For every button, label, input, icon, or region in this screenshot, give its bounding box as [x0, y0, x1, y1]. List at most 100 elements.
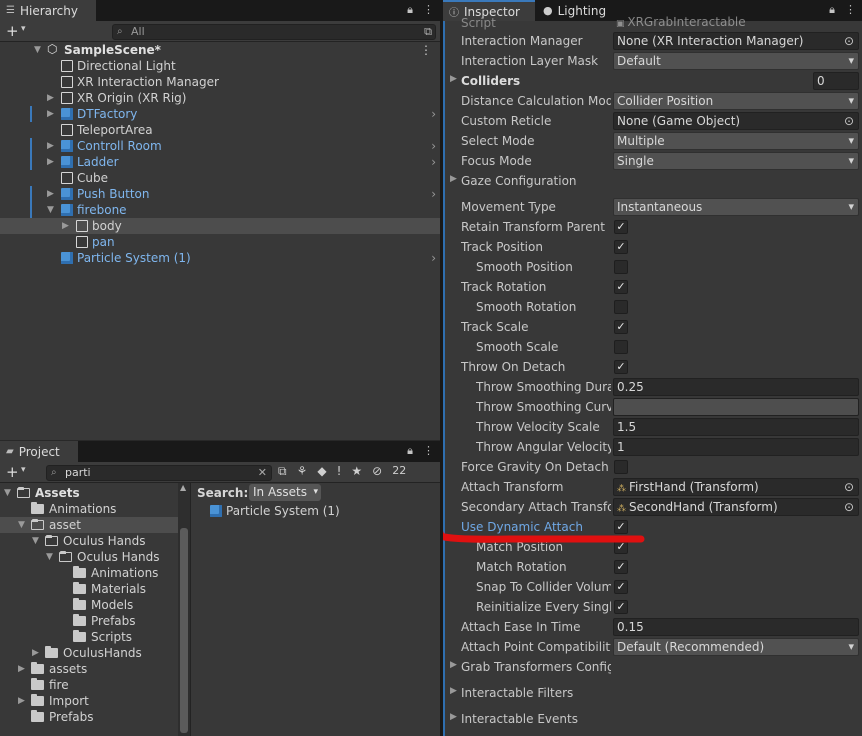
fold-arrow-icon[interactable]: ▶	[62, 218, 72, 234]
foldout-arrow-icon[interactable]: ▶	[450, 174, 457, 184]
hierarchy-item[interactable]: ▶ body	[0, 218, 440, 234]
project-tree-scrollbar[interactable]: ▲	[178, 483, 190, 736]
checkbox[interactable]	[614, 260, 628, 274]
more-icon[interactable]: ⋮	[423, 3, 434, 17]
hierarchy-item[interactable]: ▶ Push Button ›	[0, 186, 440, 202]
fold-arrow-icon[interactable]: ▶	[47, 138, 57, 154]
project-folder-item[interactable]: Animations	[0, 501, 178, 517]
search-scope-dropdown[interactable]: In Assets ▾	[249, 484, 322, 501]
number-field[interactable]: 1	[613, 438, 859, 456]
project-folder-item[interactable]: ▼ Oculus Hands	[0, 549, 178, 565]
search-settings-icon[interactable]: ⧉	[424, 25, 432, 39]
checkbox[interactable]: ✓	[614, 240, 628, 254]
hierarchy-item[interactable]: ▶ XR Origin (XR Rig)	[0, 90, 440, 106]
checkbox[interactable]: ✓	[614, 600, 628, 614]
scene-fold-arrow[interactable]: ▼	[34, 42, 44, 58]
project-folder-item[interactable]: Models	[0, 597, 178, 613]
checkbox[interactable]: ✓	[614, 220, 628, 234]
project-folder-item[interactable]: Prefabs	[0, 709, 178, 725]
project-folder-item[interactable]: ▶ assets	[0, 661, 178, 677]
search-by-type-icon[interactable]: ⧉	[278, 464, 287, 479]
foldout-arrow-icon[interactable]: ▶	[450, 74, 457, 84]
hierarchy-item[interactable]: Particle System (1) ›	[0, 250, 440, 266]
chevron-down-icon[interactable]: ▾	[21, 465, 26, 475]
tab-project[interactable]: ▰ Project	[0, 441, 78, 462]
checkbox[interactable]: ✓	[614, 580, 628, 594]
object-field[interactable]: None (XR Interaction Manager)	[613, 32, 859, 50]
project-search-input[interactable]: ⌕ parti ✕	[46, 465, 272, 481]
fold-arrow-icon[interactable]: ▼	[18, 517, 28, 533]
foldout-arrow-icon[interactable]: ▶	[450, 660, 457, 670]
favorite-star-icon[interactable]: ★	[351, 464, 362, 479]
dropdown-field[interactable]: Single	[613, 152, 859, 170]
fold-arrow-icon[interactable]: ▶	[47, 106, 57, 122]
scroll-up-icon[interactable]: ▲	[180, 483, 186, 492]
hierarchy-item[interactable]: ▶ Ladder ›	[0, 154, 440, 170]
chevron-right-icon[interactable]: ›	[431, 186, 436, 202]
fold-arrow-icon[interactable]: ▶	[47, 90, 57, 106]
number-field[interactable]: 1.5	[613, 418, 859, 436]
foldout-arrow-icon[interactable]: ▶	[450, 686, 457, 696]
hierarchy-item[interactable]: Directional Light	[0, 58, 440, 74]
checkbox[interactable]: ✓	[614, 320, 628, 334]
hierarchy-item[interactable]: Cube	[0, 170, 440, 186]
hidden-packages-icon[interactable]: ⊘	[372, 464, 382, 479]
project-folder-item[interactable]: ▶ OculusHands	[0, 645, 178, 661]
checkbox[interactable]: ✓	[614, 360, 628, 374]
number-field[interactable]: 0.15	[613, 618, 859, 636]
checkbox[interactable]	[614, 460, 628, 474]
hierarchy-item[interactable]: TeleportArea	[0, 122, 440, 138]
fold-arrow-icon[interactable]: ▼	[46, 549, 56, 565]
fold-arrow-icon[interactable]: ▶	[47, 154, 57, 170]
hierarchy-item[interactable]: ▼ firebone	[0, 202, 440, 218]
hierarchy-item[interactable]: pan	[0, 234, 440, 250]
object-field[interactable]: None (Game Object)	[613, 112, 859, 130]
object-field[interactable]: ⁂ FirstHand (Transform)	[613, 478, 859, 496]
project-tree-scroll-thumb[interactable]	[180, 528, 188, 733]
dropdown-field[interactable]: Multiple	[613, 132, 859, 150]
hierarchy-item[interactable]: ▶ Controll Room ›	[0, 138, 440, 154]
fold-arrow-icon[interactable]: ▶	[18, 661, 28, 677]
fold-arrow-icon[interactable]: ▶	[32, 645, 42, 661]
number-field[interactable]: 0.25	[613, 378, 859, 396]
array-size-field[interactable]: 0	[813, 72, 859, 90]
hierarchy-search-input[interactable]: ⌕ All ⧉	[112, 24, 436, 40]
chevron-right-icon[interactable]: ›	[431, 154, 436, 170]
warning-filter-icon[interactable]: !	[337, 464, 342, 479]
checkbox[interactable]	[614, 300, 628, 314]
checkbox[interactable]: ✓	[614, 280, 628, 294]
lock-icon[interactable]: 🔒︎	[407, 3, 413, 17]
chevron-down-icon[interactable]: ▾	[21, 24, 26, 34]
tab-hierarchy[interactable]: ☰ Hierarchy	[0, 0, 96, 21]
project-folder-item[interactable]: fire	[0, 677, 178, 693]
chevron-right-icon[interactable]: ›	[431, 138, 436, 154]
add-icon[interactable]: +	[6, 22, 19, 40]
filter-by-label-icon[interactable]: ◆	[317, 464, 326, 479]
project-folder-item[interactable]: ▼ asset	[0, 517, 178, 533]
dropdown-field[interactable]: Default (Recommended)	[613, 638, 859, 656]
add-icon[interactable]: +	[6, 463, 19, 481]
dropdown-field[interactable]: Default	[613, 52, 859, 70]
hierarchy-item[interactable]: XR Interaction Manager	[0, 74, 440, 90]
project-folder-item[interactable]: ▼ Assets	[0, 485, 178, 501]
fold-arrow-icon[interactable]: ▼	[47, 202, 57, 218]
scene-menu-icon[interactable]: ⋮	[420, 42, 432, 58]
fold-arrow-icon[interactable]: ▼	[32, 533, 42, 549]
scene-row[interactable]: ▼ ⬡ SampleScene* ⋮	[0, 42, 440, 58]
more-icon[interactable]: ⋮	[423, 444, 434, 458]
fold-arrow-icon[interactable]: ▼	[4, 485, 14, 501]
project-folder-item[interactable]: Animations	[0, 565, 178, 581]
dropdown-field[interactable]: Instantaneous	[613, 198, 859, 216]
project-folder-item[interactable]: Materials	[0, 581, 178, 597]
project-folder-item[interactable]: ▶ Import	[0, 693, 178, 709]
fold-arrow-icon[interactable]: ▶	[47, 186, 57, 202]
chevron-right-icon[interactable]: ›	[431, 106, 436, 122]
fold-arrow-icon[interactable]: ▶	[18, 693, 28, 709]
checkbox[interactable]	[614, 340, 628, 354]
project-folder-item[interactable]: ▼ Oculus Hands	[0, 533, 178, 549]
filter-by-type-icon[interactable]: ⚘	[297, 464, 308, 479]
curve-field[interactable]	[613, 398, 859, 416]
project-folder-item[interactable]: Prefabs	[0, 613, 178, 629]
lock-icon[interactable]: 🔒︎	[407, 444, 413, 458]
dropdown-field[interactable]: Collider Position	[613, 92, 859, 110]
